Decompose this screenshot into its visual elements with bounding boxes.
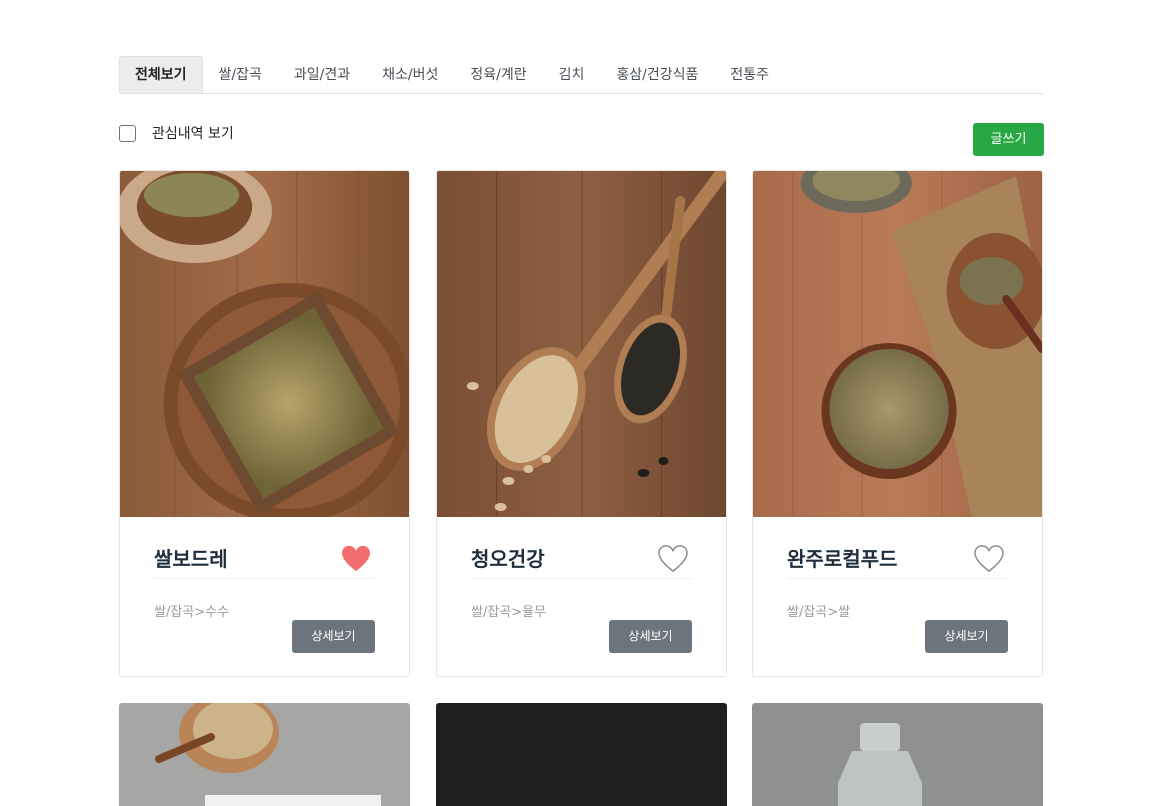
title-divider (787, 578, 1008, 579)
watch-checkbox[interactable] (119, 124, 136, 142)
title-divider (471, 578, 692, 579)
tab-meat-egg[interactable]: 정육/계란 (454, 56, 542, 93)
product-card: 완주로컬푸드 쌀/잡곡>쌀 상세보기 (752, 170, 1043, 677)
category-tabs: 전체보기 쌀/잡곡 과일/견과 채소/버섯 정육/계란 김치 홍삼/건강식품 전… (119, 56, 1044, 94)
detail-button[interactable]: 상세보기 (609, 620, 692, 653)
product-image-millet (120, 171, 409, 517)
product-image-bottle (752, 703, 1043, 806)
product-image-sesame (119, 703, 410, 806)
watch-filter: 관심내역 보기 (119, 123, 234, 143)
tab-rice-grain[interactable]: 쌀/잡곡 (203, 56, 278, 93)
product-card (752, 703, 1043, 806)
product-category: 쌀/잡곡>수수 (154, 605, 230, 620)
detail-button[interactable]: 상세보기 (292, 620, 375, 653)
product-name: 쌀보드레 (154, 547, 228, 571)
detail-button[interactable]: 상세보기 (925, 620, 1008, 653)
tab-kimchi[interactable]: 김치 (543, 56, 601, 93)
product-name: 청오건강 (471, 547, 545, 571)
tab-fruit-nut[interactable]: 과일/견과 (278, 56, 366, 93)
heart-outline-icon[interactable] (658, 545, 688, 573)
tab-ginseng-health[interactable]: 홍삼/건강식품 (600, 56, 714, 93)
product-category: 쌀/잡곡>율무 (471, 605, 547, 620)
product-image-grain-bowl (753, 171, 1042, 517)
product-card: 청오건강 쌀/잡곡>율무 상세보기 (436, 170, 727, 677)
product-card (436, 703, 727, 806)
heart-outline-icon[interactable] (974, 545, 1004, 573)
title-divider (154, 578, 375, 579)
watch-label: 관심내역 보기 (152, 126, 234, 142)
product-category: 쌀/잡곡>쌀 (787, 605, 851, 620)
tab-all[interactable]: 전체보기 (119, 56, 203, 93)
product-image-dark (436, 703, 727, 806)
tab-traditional-liquor[interactable]: 전통주 (714, 56, 785, 93)
product-card: 쌀보드레 쌀/잡곡>수수 상세보기 (119, 170, 410, 677)
tab-vegetable-mushroom[interactable]: 채소/버섯 (366, 56, 454, 93)
product-image-beans (437, 171, 726, 517)
product-name: 완주로컬푸드 (787, 547, 898, 571)
product-card (119, 703, 410, 806)
heart-filled-icon[interactable] (341, 545, 371, 573)
write-button[interactable]: 글쓰기 (973, 123, 1044, 156)
